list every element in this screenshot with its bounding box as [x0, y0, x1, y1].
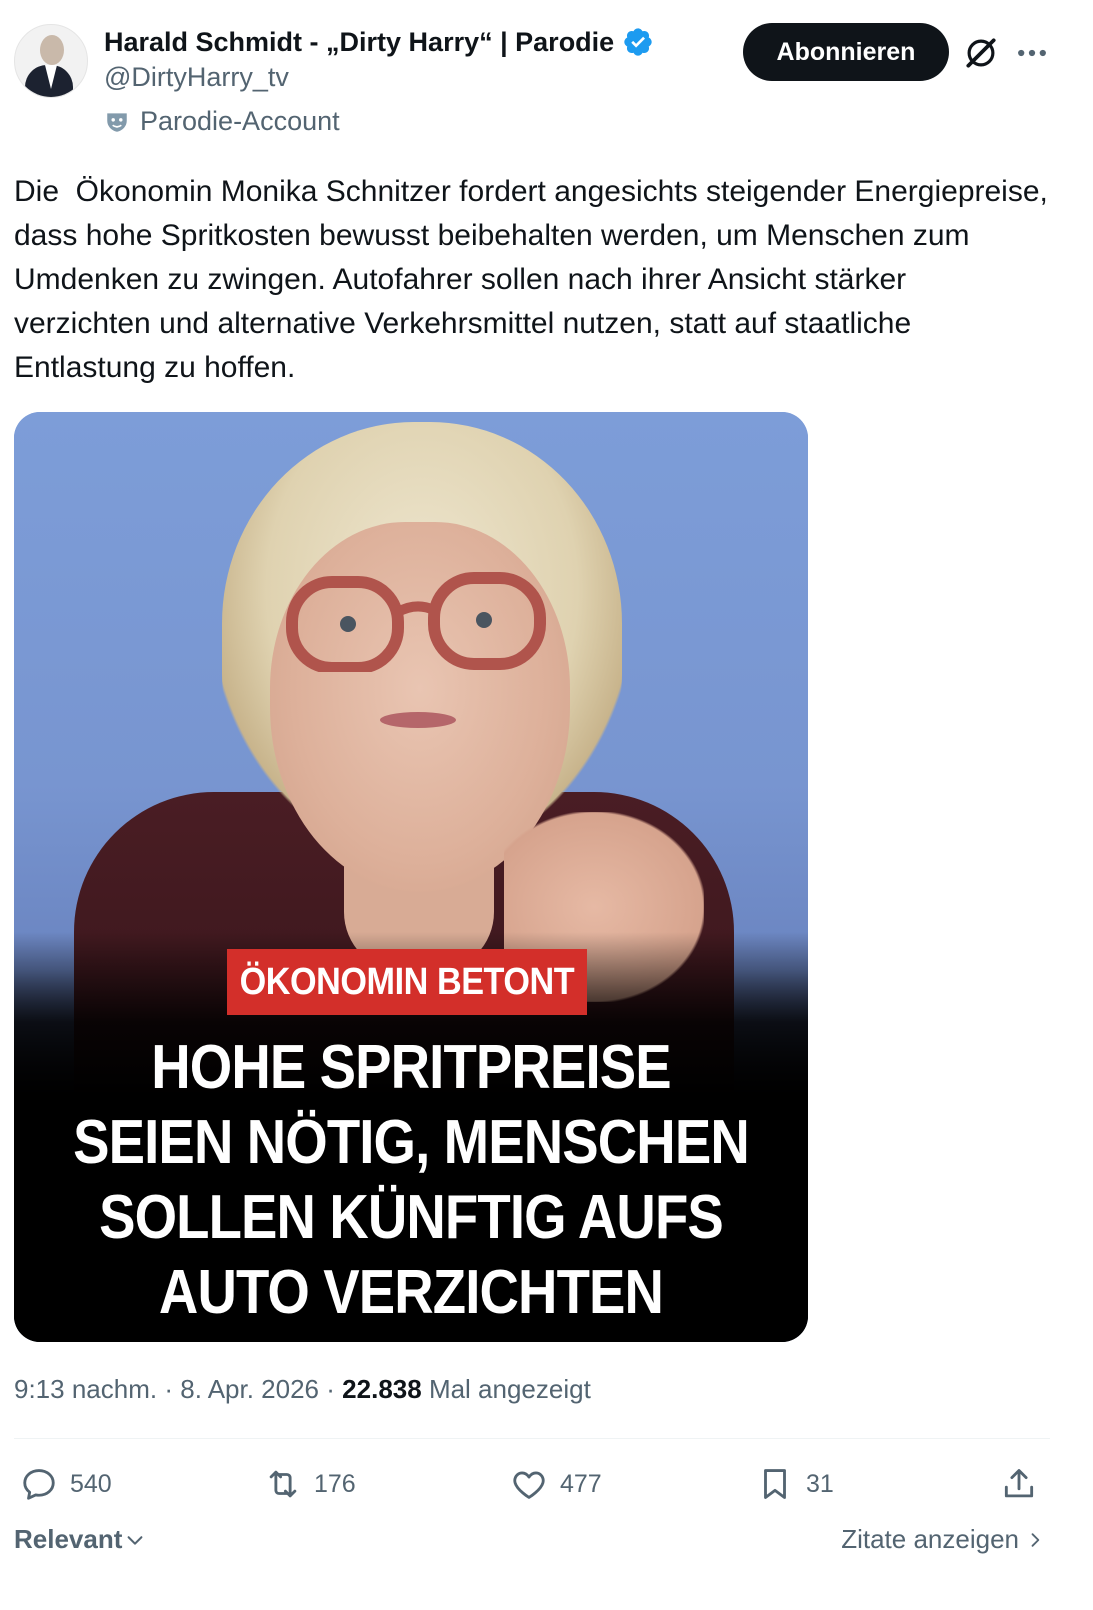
media-lips	[380, 712, 456, 728]
repost-icon	[269, 1470, 297, 1498]
reply-count: 540	[70, 1469, 112, 1498]
view-quotes-link[interactable]: Zitate anzeigen	[841, 1524, 1045, 1555]
like-button[interactable]: 477	[510, 1462, 602, 1506]
author-handle[interactable]: @DirtyHarry_tv	[104, 62, 289, 93]
author-display-name[interactable]: Harald Schmidt - „Dirty Harry“ | Parodie	[104, 27, 614, 58]
bookmark-count: 31	[806, 1469, 834, 1498]
parody-mask-icon	[107, 112, 127, 132]
meta-separator: ·	[326, 1374, 335, 1404]
view-count: 22.838	[342, 1374, 422, 1404]
reply-button[interactable]: 540	[20, 1462, 112, 1506]
media-glasses	[286, 572, 546, 672]
meta-separator: ·	[164, 1374, 173, 1404]
tweet-text: Die Ökonomin Monika Schnitzer fordert an…	[14, 175, 1065, 384]
avatar-face	[40, 35, 64, 65]
parody-label-text: Parodie-Account	[140, 106, 340, 136]
chevron-down-icon	[127, 1535, 143, 1545]
media-kicker: ÖKONOMIN BETONT	[227, 949, 587, 1015]
follow-button[interactable]: Abonnieren	[743, 23, 949, 81]
reply-icon	[23, 1469, 55, 1500]
bookmark-button[interactable]: 31	[756, 1462, 834, 1506]
like-icon	[513, 1471, 545, 1499]
view-count-label: Mal angezeigt	[428, 1374, 591, 1404]
verified-badge-icon[interactable]	[622, 26, 654, 58]
share-button[interactable]	[1000, 1462, 1038, 1506]
media-headline-line: SOLLEN KÜNFTIG AUFS	[99, 1183, 724, 1252]
chevron-right-icon	[1031, 1532, 1040, 1547]
like-count: 477	[560, 1469, 602, 1498]
media-headline-line: SEIEN NÖTIG, MENSCHEN	[73, 1108, 750, 1177]
tweet-time[interactable]: 9:13 nachm.	[14, 1374, 157, 1404]
more-icon[interactable]	[1014, 38, 1050, 68]
tweet-meta: 9:13 nachm. · 8. Apr. 2026 · 22.838 Mal …	[14, 1374, 591, 1405]
reply-sort-label: Relevant	[14, 1524, 123, 1554]
author-name-row: Harald Schmidt - „Dirty Harry“ | Parodie	[104, 26, 654, 58]
bookmark-icon	[764, 1469, 786, 1499]
parody-label: Parodie-Account	[104, 106, 340, 137]
repost-button[interactable]: 176	[264, 1462, 356, 1506]
divider	[14, 1438, 1050, 1439]
repost-count: 176	[314, 1469, 356, 1498]
tweet-media-image[interactable]: ÖKONOMIN BETONT HOHE SPRITPREISE SEIEN N…	[14, 412, 808, 1342]
media-headline: HOHE SPRITPREISE SEIEN NÖTIG, MENSCHEN S…	[14, 1030, 808, 1330]
reply-sort-selector[interactable]: Relevant	[14, 1524, 146, 1555]
media-headline-line: HOHE SPRITPREISE	[151, 1033, 671, 1102]
avatar[interactable]	[14, 24, 88, 98]
view-quotes-label: Zitate anzeigen	[841, 1524, 1019, 1554]
media-headline-line: AUTO VERZICHTEN	[158, 1258, 664, 1327]
share-icon	[1004, 1469, 1034, 1498]
tweet-date[interactable]: 8. Apr. 2026	[180, 1374, 319, 1404]
grok-icon[interactable]	[962, 34, 1000, 72]
